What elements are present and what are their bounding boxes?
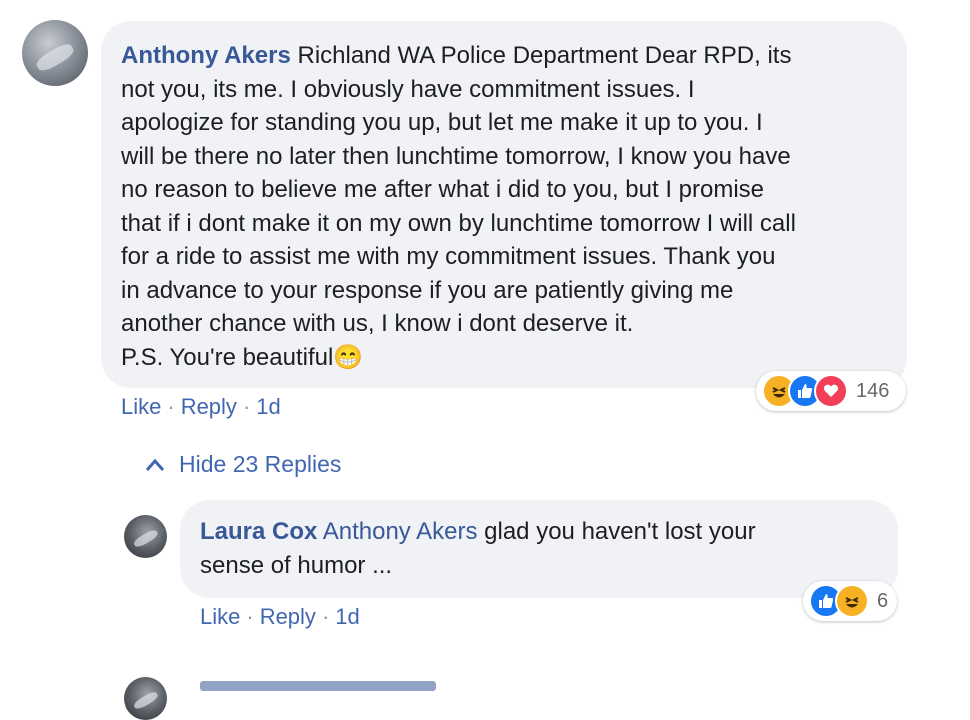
- next-reply-name-bar: [200, 681, 436, 691]
- hide-replies-toggle[interactable]: Hide 23 Replies: [145, 451, 341, 478]
- comment-line-6: that if i dont make it on my own by lunc…: [121, 209, 796, 237]
- comment-author-link[interactable]: Anthony Akers: [121, 42, 291, 69]
- next-reply-avatar[interactable]: [124, 677, 167, 720]
- commenter-avatar[interactable]: [22, 20, 88, 86]
- comment-line-4: will be there no later then lunchtime to…: [121, 142, 791, 170]
- reply-bubble: Laura Cox Anthony Akers glad you haven't…: [180, 500, 898, 598]
- reply-line-2: sense of humor ...: [200, 551, 393, 579]
- reply-like-link[interactable]: Like: [200, 604, 240, 629]
- reply-avatar[interactable]: [124, 515, 167, 558]
- love-icon: [814, 374, 848, 408]
- grin-emoji-icon: 😁: [333, 343, 364, 371]
- comment-line-10: P.S. You're beautiful😁: [121, 343, 364, 371]
- comment-actions: Like · Reply · 1d: [121, 394, 281, 420]
- comment-line-2: not you, its me. I obviously have commit…: [121, 75, 695, 103]
- reply-reactions[interactable]: 6: [803, 581, 897, 621]
- reply-line-1: Laura Cox Anthony Akers glad you haven't…: [200, 518, 756, 545]
- reply-reply-link[interactable]: Reply: [260, 604, 316, 629]
- comment-bubble: Anthony Akers Richland WA Police Departm…: [101, 21, 907, 388]
- comment-timestamp[interactable]: 1d: [256, 394, 280, 419]
- comment-reply-link[interactable]: Reply: [181, 394, 237, 419]
- chevron-up-icon: [145, 458, 165, 471]
- comment-line-7: for a ride to assist me with my commitme…: [121, 243, 776, 270]
- comment-reaction-count[interactable]: 146: [856, 380, 889, 403]
- separator: ·: [246, 604, 254, 629]
- hide-replies-label: Hide 23 Replies: [179, 451, 342, 477]
- comment-reactions[interactable]: 146: [756, 371, 906, 411]
- comment-line-9: another chance with us, I know i dont de…: [121, 310, 634, 337]
- separator: ·: [167, 394, 175, 419]
- reply-author-link[interactable]: Laura Cox: [200, 518, 317, 545]
- comment-line-8: in advance to your response if you are p…: [121, 276, 734, 304]
- reply-actions: Like · Reply · 1d: [200, 604, 360, 630]
- comment-line-1: Anthony Akers Richland WA Police Departm…: [121, 42, 792, 69]
- reply-reaction-count[interactable]: 6: [877, 590, 888, 613]
- comment-like-link[interactable]: Like: [121, 394, 161, 419]
- comment-line-5: no reason to believe me after what i did…: [121, 176, 765, 203]
- reply-timestamp[interactable]: 1d: [335, 604, 359, 629]
- separator: ·: [242, 394, 251, 419]
- comment-line-3: apologize for standing you up, but let m…: [121, 109, 763, 136]
- separator: ·: [321, 604, 330, 629]
- haha-icon: [835, 584, 869, 618]
- reply-mention-link[interactable]: Anthony Akers: [323, 518, 478, 545]
